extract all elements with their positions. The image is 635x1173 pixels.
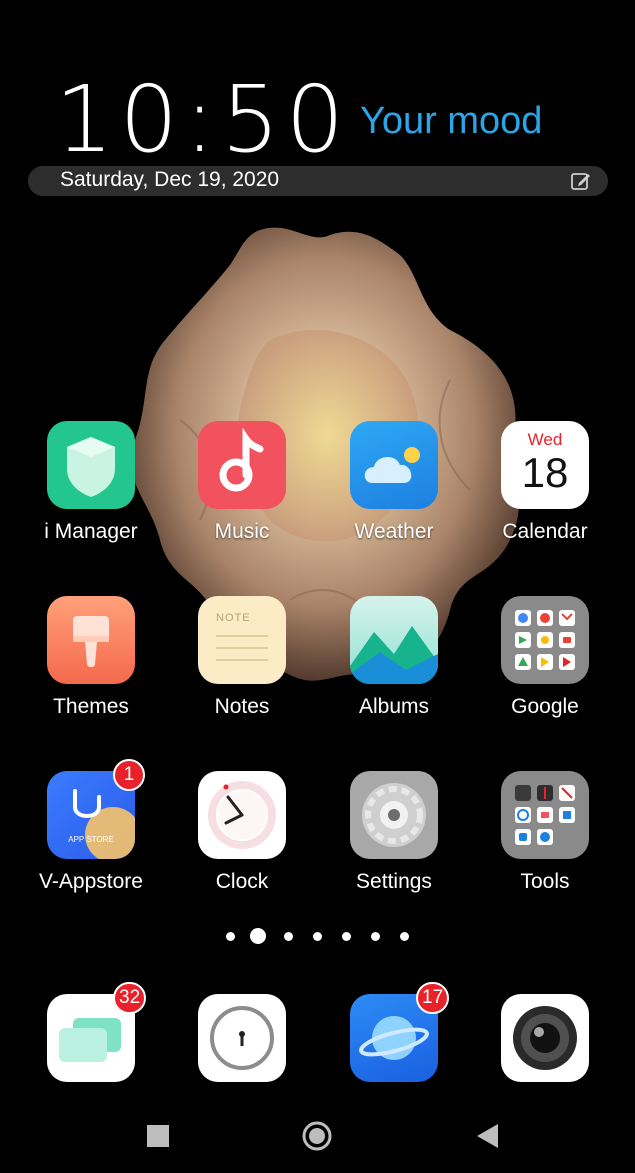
recents-icon[interactable] (141, 1119, 175, 1153)
app-label: Calendar (502, 520, 588, 543)
calendar-icon: Wed 18 (501, 421, 589, 509)
page-dot[interactable] (342, 932, 351, 941)
paintbrush-icon (47, 596, 135, 684)
app-label: Weather (354, 520, 434, 543)
page-dot[interactable] (284, 932, 293, 941)
gear-icon (350, 771, 438, 859)
app-themes[interactable]: Themes (21, 596, 161, 746)
app-notes[interactable]: NOTE Notes (172, 596, 312, 746)
app-music[interactable]: Music (172, 421, 312, 571)
home-icon[interactable] (300, 1119, 334, 1153)
page-dot[interactable] (371, 932, 380, 941)
date-bar[interactable]: Saturday, Dec 19, 2020 (28, 166, 608, 196)
navigation-bar (0, 1105, 635, 1165)
app-label: Themes (53, 695, 129, 718)
shield-icon (47, 421, 135, 509)
keyhole-icon (198, 994, 286, 1082)
app-settings[interactable]: Settings (324, 771, 464, 921)
appstore-icon-text: APP STORE (68, 835, 114, 844)
app-folder-google[interactable]: Google (475, 596, 615, 746)
folder-icon (501, 596, 589, 684)
app-v-appstore[interactable]: APP STORE 1 V-Appstore (21, 759, 161, 921)
notification-badge: 32 (113, 982, 147, 1014)
edit-icon[interactable] (570, 170, 592, 192)
camera-lens-icon (501, 994, 589, 1082)
app-label: i Manager (44, 520, 138, 543)
notepad-icon-text: NOTE (216, 612, 251, 624)
page-dot[interactable] (400, 932, 409, 941)
date-text: Saturday, Dec 19, 2020 (60, 168, 280, 191)
calendar-day-name: Wed (527, 430, 563, 449)
calendar-day-number: 18 (521, 449, 569, 496)
page-dot[interactable] (313, 932, 322, 941)
music-note-icon (198, 421, 286, 509)
page-dot[interactable] (226, 932, 235, 941)
app-albums[interactable]: Albums (324, 596, 464, 746)
app-label: Settings (356, 870, 432, 893)
app-label: Clock (215, 870, 269, 893)
app-label: Music (214, 520, 270, 543)
app-label: Tools (520, 870, 570, 893)
cloud-sun-icon (350, 421, 438, 509)
clock-time[interactable]: 10:50 (55, 70, 344, 170)
folder-icon (501, 771, 589, 859)
app-calendar[interactable]: Wed 18 Calendar (475, 421, 615, 571)
app-weather[interactable]: Weather (324, 421, 464, 571)
app-label: Albums (358, 695, 430, 718)
back-icon[interactable] (470, 1119, 504, 1153)
notification-badge: 17 (416, 982, 450, 1014)
app-i-manager[interactable]: i Manager (21, 421, 161, 571)
mood-link[interactable]: Your mood (360, 100, 542, 143)
app-label: Notes (214, 695, 270, 718)
app-label: Google (511, 695, 579, 718)
notification-badge: 1 (113, 759, 145, 791)
app-folder-tools[interactable]: Tools (475, 771, 615, 921)
clock-icon (198, 771, 286, 859)
mountains-icon (350, 596, 438, 684)
app-label: V-Appstore (39, 870, 143, 893)
page-dot-active[interactable] (250, 928, 266, 944)
app-clock[interactable]: Clock (172, 771, 312, 921)
notepad-icon: NOTE (198, 596, 286, 684)
